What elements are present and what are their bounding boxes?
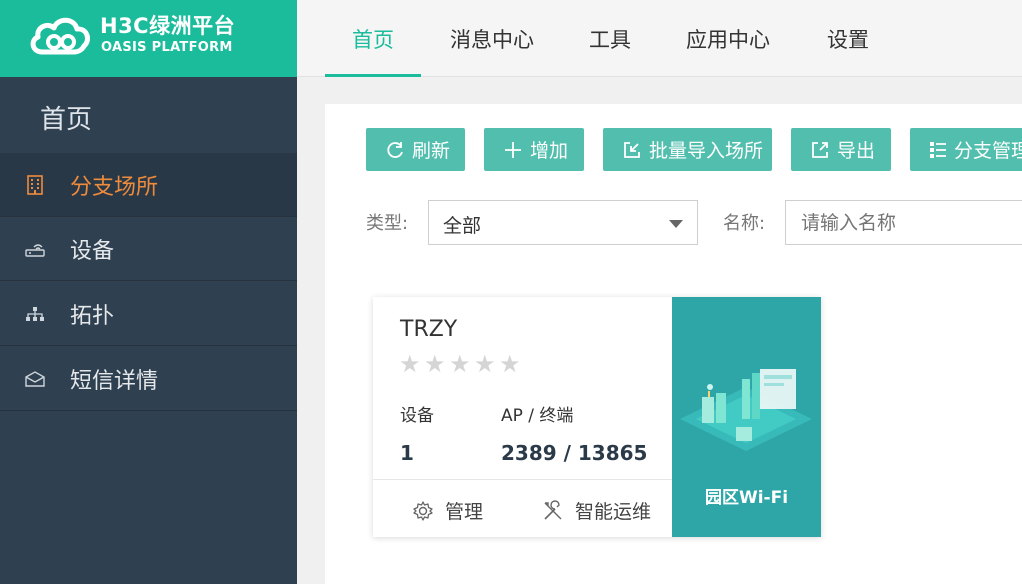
tab-label: 首页 [352,27,394,52]
smart-ops-label: 智能运维 [575,501,652,523]
topology-icon [24,303,46,325]
manage-button[interactable]: 管理 [411,497,483,524]
batch-import-button[interactable]: 批量导入场所 [603,128,772,171]
star-icon[interactable]: ★ [424,350,449,378]
scene-title: 园区Wi-Fi [704,488,789,508]
tab-home[interactable]: 首页 [325,0,421,77]
tab-settings[interactable]: 设置 [807,0,889,77]
sidebar-home-label: 首页 [40,105,93,135]
name-search-input[interactable] [785,200,1022,245]
top-navigation: 首页 消息中心 工具 应用中心 设置 [297,0,1022,77]
add-button[interactable]: 增加 [484,128,584,171]
tab-app-center[interactable]: 应用中心 [673,0,783,77]
star-icon[interactable]: ★ [399,350,424,378]
sidebar-item-devices[interactable]: 设备 [0,217,297,281]
tab-tools[interactable]: 工具 [572,0,648,77]
tab-label: 工具 [589,27,631,52]
scene-thumbnail: 园区Wi-Fi [672,297,821,537]
list-tree-icon [928,139,948,161]
main-panel: 刷新 增加 批量导入场所 导出 分支管理 类型: 全部 名称: TRZY [325,104,1022,584]
sidebar-item-topology[interactable]: 拓扑 [0,282,297,346]
gear-icon [411,499,435,523]
envelope-icon [24,368,46,390]
export-label: 导出 [837,140,876,162]
sidebar-item-label: 短信详情 [70,368,159,394]
brand-header[interactable]: H3C绿洲平台 OASIS PLATFORM [0,0,297,77]
refresh-button[interactable]: 刷新 [366,128,465,171]
site-card-info: TRZY ★ ★ ★ ★ ★ 设备 AP / 终端 1 2389 / 13865 管理 … [373,297,672,537]
branch-manage-label: 分支管理 [954,140,1022,162]
device-count-value: 1 [400,441,414,465]
sidebar-item-label: 分支场所 [70,174,159,200]
sidebar-home[interactable]: 首页 [0,77,297,153]
export-button[interactable]: 导出 [791,128,891,171]
device-count-label: 设备 [400,406,434,426]
campus-wifi-illustration-icon [680,369,812,451]
cloud-logo-icon [30,17,90,55]
branch-manage-button[interactable]: 分支管理 [910,128,1022,171]
type-filter-label: 类型: [366,213,409,234]
building-icon [24,174,46,196]
type-select[interactable]: 全部 [428,200,698,245]
tab-label: 设置 [827,27,869,52]
refresh-icon [384,139,406,161]
tab-message-center[interactable]: 消息中心 [437,0,547,77]
tools-icon [541,499,565,523]
add-label: 增加 [530,140,569,162]
smart-ops-button[interactable]: 智能运维 [541,497,651,524]
card-divider [373,479,672,480]
sidebar-item-label: 拓扑 [70,303,115,329]
caret-down-icon [669,220,683,228]
sidebar-item-label: 设备 [70,238,115,264]
sidebar-item-branch-sites[interactable]: 分支场所 [0,153,297,217]
site-card[interactable]: TRZY ★ ★ ★ ★ ★ 设备 AP / 终端 1 2389 / 13865 管理 … [373,297,821,537]
sidebar: H3C绿洲平台 OASIS PLATFORM 首页 分支场所 设备 拓扑 短信详… [0,0,297,584]
star-icon[interactable]: ★ [474,350,499,378]
site-name: TRZY [400,317,458,342]
brand-subtitle: OASIS PLATFORM [101,40,233,55]
ap-terminal-label: AP / 终端 [501,406,574,426]
router-icon [24,238,46,260]
type-select-value: 全部 [443,215,482,237]
refresh-label: 刷新 [412,140,451,162]
sidebar-item-sms-details[interactable]: 短信详情 [0,347,297,411]
tab-label: 应用中心 [686,27,770,52]
tab-label: 消息中心 [450,27,534,52]
star-icon[interactable]: ★ [499,350,524,378]
manage-label: 管理 [445,501,484,523]
star-icon[interactable]: ★ [449,350,474,378]
export-icon [809,139,831,161]
name-filter-label: 名称: [723,213,766,234]
star-rating[interactable]: ★ ★ ★ ★ ★ [399,350,524,378]
ap-terminal-value: 2389 / 13865 [501,441,648,465]
plus-icon [502,139,524,161]
batch-import-label: 批量导入场所 [649,140,764,162]
import-icon [621,139,643,161]
brand-title: H3C绿洲平台 [100,14,236,38]
